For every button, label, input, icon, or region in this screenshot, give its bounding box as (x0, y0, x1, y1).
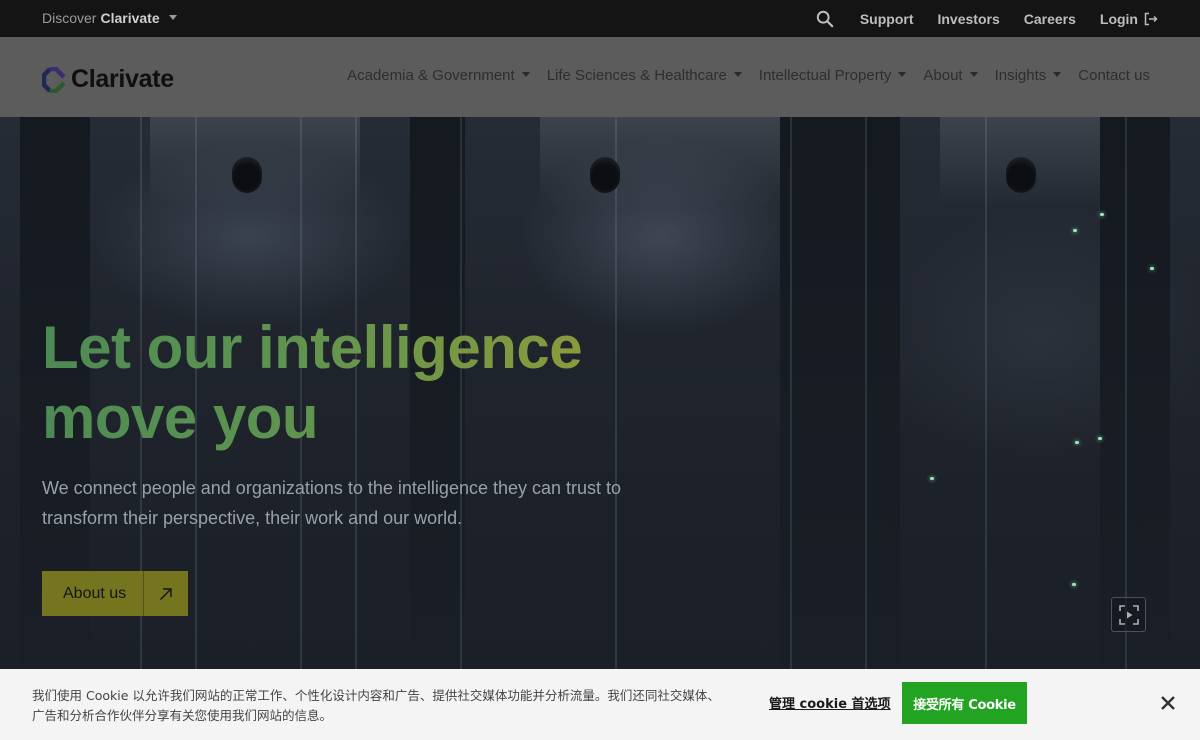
cookie-banner: 我们使用 Cookie 以允许我们网站的正常工作、个性化设计内容和广告、提供社交… (0, 669, 1200, 740)
nav-label: Academia & Government (347, 67, 515, 84)
headline-line-2: move you (42, 384, 319, 451)
discover-clarivate-menu[interactable]: Discover Clarivate (42, 10, 177, 26)
server-light (1072, 583, 1076, 586)
nav-intellectual-property[interactable]: Intellectual Property (759, 67, 907, 84)
server-light (1100, 213, 1104, 216)
rack-frame (790, 117, 792, 669)
close-icon[interactable] (1158, 693, 1178, 713)
server-light (1075, 441, 1079, 444)
hero-headline: Let our intelligence move you (42, 313, 582, 453)
accept-all-cookies-button[interactable]: 接受所有 Cookie (902, 682, 1027, 724)
login-label: Login (1099, 10, 1138, 27)
hero-subtext: We connect people and organizations to t… (42, 478, 622, 528)
careers-link[interactable]: Careers (1024, 11, 1076, 27)
discover-prefix: Discover (42, 10, 97, 26)
utility-bar: Discover Clarivate Support Investors Car… (0, 0, 1200, 37)
chevron-down-icon (521, 72, 530, 77)
nav-label: Intellectual Property (758, 67, 892, 84)
logo-text: Clarivate (71, 65, 174, 93)
nav-about[interactable]: About (923, 67, 978, 84)
search-icon[interactable] (816, 10, 834, 28)
rack-frame (615, 117, 617, 669)
investors-link[interactable]: Investors (937, 11, 999, 27)
chevron-down-icon (168, 14, 177, 20)
nav-academia-government[interactable]: Academia & Government (347, 67, 530, 84)
ceiling-camera (1006, 157, 1036, 193)
rack-frame (1125, 117, 1127, 669)
hero-section: Let our intelligence move you We connect… (0, 117, 1200, 669)
headline-line-1: Let our intelligence (42, 314, 583, 381)
clarivate-logo[interactable]: Clarivate (42, 65, 174, 94)
chevron-down-icon (733, 72, 742, 77)
server-rack (1100, 117, 1170, 669)
discover-brand: Clarivate (100, 10, 160, 26)
manage-cookie-preferences-link[interactable]: 管理 cookie 首选项 (769, 693, 891, 712)
nav-label: Contact us (1078, 67, 1150, 84)
fullscreen-video-button[interactable] (1111, 597, 1146, 632)
nav-label: About (923, 67, 963, 84)
rack-frame (985, 117, 987, 669)
nav-contact-us[interactable]: Contact us (1078, 67, 1150, 84)
cookie-notice-text: 我们使用 Cookie 以允许我们网站的正常工作、个性化设计内容和广告、提供社交… (32, 688, 720, 723)
nav-insights[interactable]: Insights (995, 67, 1062, 84)
chevron-down-icon (1053, 72, 1062, 77)
fullscreen-icon (1118, 604, 1139, 625)
nav-label: Insights (994, 67, 1047, 84)
chevron-down-icon (969, 72, 978, 77)
about-us-button[interactable]: About us (42, 571, 188, 616)
chevron-down-icon (898, 72, 907, 77)
rack-frame (865, 117, 867, 669)
ceiling-camera (590, 157, 620, 193)
server-light (1098, 437, 1102, 440)
light-beam (540, 117, 780, 207)
login-icon (1144, 12, 1158, 25)
ceiling-camera (232, 157, 262, 193)
login-link[interactable]: Login (1100, 11, 1158, 27)
arrow-up-right-icon (143, 571, 188, 616)
server-light (1150, 267, 1154, 270)
server-rack (780, 117, 900, 669)
main-nav: Academia & Government Life Sciences & He… (347, 67, 1150, 84)
server-light (930, 477, 934, 480)
nav-label: Life Sciences & Healthcare (546, 67, 727, 84)
main-header: Clarivate Academia & Government Life Sci… (0, 37, 1200, 117)
clarivate-logo-mark (42, 66, 66, 93)
nav-life-sciences-healthcare[interactable]: Life Sciences & Healthcare (547, 67, 742, 84)
about-us-label: About us (63, 585, 127, 602)
utility-links: Support Investors Careers Login (816, 0, 1158, 37)
server-light (1073, 229, 1077, 232)
support-link[interactable]: Support (860, 11, 914, 27)
